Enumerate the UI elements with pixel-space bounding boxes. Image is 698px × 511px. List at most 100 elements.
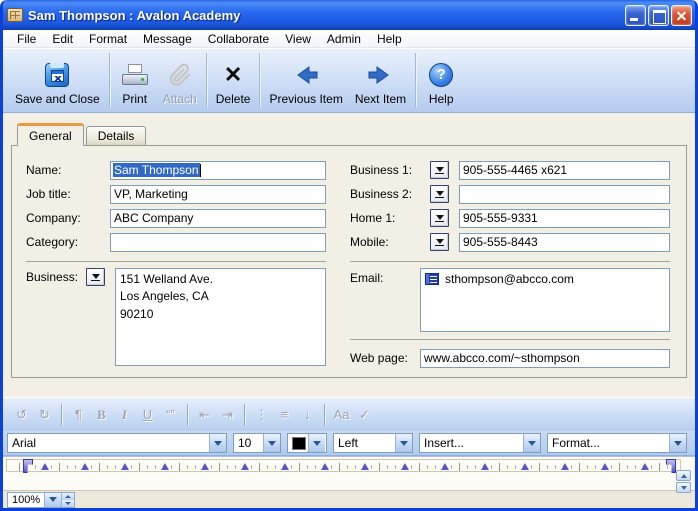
business2-label: Business 2: xyxy=(350,187,430,201)
business-address-dropdown-button[interactable] xyxy=(86,268,105,286)
tab-stop-marker[interactable] xyxy=(281,463,289,470)
tab-stop-marker[interactable] xyxy=(241,463,249,470)
chevron-down-icon[interactable] xyxy=(395,434,412,452)
font-size-select[interactable]: 10 xyxy=(233,433,281,453)
tab-stop-marker[interactable] xyxy=(321,463,329,470)
business2-row: Business 2: xyxy=(350,182,670,206)
tab-stop-marker[interactable] xyxy=(361,463,369,470)
print-icon xyxy=(120,62,150,89)
chevron-down-icon[interactable] xyxy=(209,434,226,452)
web-page-input[interactable] xyxy=(420,349,670,368)
tab-details[interactable]: Details xyxy=(86,126,147,145)
tab-stop-marker[interactable] xyxy=(561,463,569,470)
tab-general[interactable]: General xyxy=(17,123,84,146)
font-select[interactable]: Arial xyxy=(7,433,227,453)
underline-icon: U xyxy=(137,407,158,422)
menu-help[interactable]: Help xyxy=(369,31,410,47)
home1-row: Home 1: xyxy=(350,206,670,230)
business1-dropdown-button[interactable] xyxy=(430,161,449,179)
menu-message[interactable]: Message xyxy=(135,31,200,47)
ruler-track[interactable] xyxy=(6,459,681,472)
business2-input[interactable] xyxy=(459,185,670,204)
alignment-select[interactable]: Left xyxy=(333,433,413,453)
insert-select[interactable]: Insert... xyxy=(419,433,541,453)
spacer-strip xyxy=(3,474,695,490)
business-address-input[interactable]: 151 Welland Ave. Los Angeles, CA 90210 xyxy=(115,268,326,366)
menu-edit[interactable]: Edit xyxy=(44,31,81,47)
tab-stop-marker[interactable] xyxy=(161,463,169,470)
menu-admin[interactable]: Admin xyxy=(319,31,369,47)
business2-dropdown-button[interactable] xyxy=(430,185,449,203)
zoom-dropdown-button[interactable] xyxy=(44,493,61,507)
chevron-down-icon[interactable] xyxy=(308,434,325,452)
toolbar-separator xyxy=(109,53,110,107)
print-button[interactable]: Print xyxy=(113,52,157,108)
save-and-close-icon xyxy=(42,62,72,89)
name-input[interactable]: Sam Thompson xyxy=(110,161,326,180)
maximize-button[interactable] xyxy=(648,5,669,26)
zoom-value: 100% xyxy=(8,493,44,507)
zoom-up-button[interactable] xyxy=(62,493,74,500)
formatting-separator xyxy=(324,404,325,426)
save-and-close-button[interactable]: Save and Close xyxy=(9,52,106,108)
zoom-down-button[interactable] xyxy=(62,500,74,507)
left-divider xyxy=(26,261,326,262)
tab-stop-marker[interactable] xyxy=(81,463,89,470)
previous-item-icon xyxy=(293,61,319,89)
category-label: Category: xyxy=(26,235,110,249)
spin-down-button[interactable] xyxy=(676,482,691,493)
spin-up-button[interactable] xyxy=(676,470,691,481)
toolbar-separator xyxy=(259,53,260,107)
chevron-down-icon[interactable] xyxy=(523,434,540,452)
formatting-toolbar: ↺ ↻ ¶ B I U “” ⇤ ⇥ ⋮ ≡ ↓ Aa ✓ xyxy=(3,397,695,431)
minimize-button[interactable] xyxy=(625,5,646,26)
tab-stop-marker[interactable] xyxy=(201,463,209,470)
font-color-select[interactable] xyxy=(287,433,327,453)
tab-stop-marker[interactable] xyxy=(521,463,529,470)
tab-stop-marker[interactable] xyxy=(601,463,609,470)
close-button[interactable] xyxy=(671,5,692,26)
company-input[interactable] xyxy=(110,209,326,228)
tab-stop-marker[interactable] xyxy=(121,463,129,470)
mobile-input[interactable] xyxy=(459,233,670,252)
mobile-dropdown-button[interactable] xyxy=(430,233,449,251)
home1-input[interactable] xyxy=(459,209,670,228)
job-title-input[interactable] xyxy=(110,185,326,204)
email-entry-icon xyxy=(425,273,439,285)
chevron-down-icon[interactable] xyxy=(263,434,280,452)
decrease-indent-icon: ⇤ xyxy=(194,407,215,423)
menu-collaborate[interactable]: Collaborate xyxy=(200,31,277,47)
delete-button[interactable]: ✕ Delete xyxy=(210,52,257,108)
paragraph-mark-icon: ¶ xyxy=(68,407,89,422)
menu-file[interactable]: File xyxy=(9,31,44,47)
menu-view[interactable]: View xyxy=(277,31,319,47)
email-list[interactable]: sthompson@abcco.com xyxy=(420,268,670,332)
delete-icon: ✕ xyxy=(224,61,242,89)
tab-stop-marker[interactable] xyxy=(481,463,489,470)
tab-stop-marker[interactable] xyxy=(441,463,449,470)
zoom-spinner[interactable] xyxy=(61,493,74,507)
home1-dropdown-button[interactable] xyxy=(430,209,449,227)
format-select[interactable]: Format... xyxy=(547,433,687,453)
job-title-row: Job title: xyxy=(26,182,326,206)
business-address-row: Business: 151 Welland Ave. Los Angeles, … xyxy=(26,268,326,366)
business1-input[interactable] xyxy=(459,161,670,180)
menu-format[interactable]: Format xyxy=(81,31,135,47)
tab-stop-marker[interactable] xyxy=(401,463,409,470)
text-caret xyxy=(200,164,201,177)
content-area: General Details Name: Sam Thompson Job t… xyxy=(3,113,695,397)
email-label: Email: xyxy=(350,268,420,285)
mobile-label: Mobile: xyxy=(350,235,430,249)
quote-icon: “” xyxy=(160,407,181,422)
tab-stop-marker[interactable] xyxy=(641,463,649,470)
next-item-button[interactable]: Next Item xyxy=(349,52,412,108)
redo-icon: ↻ xyxy=(34,407,55,423)
tab-stop-marker[interactable] xyxy=(41,463,49,470)
previous-item-button[interactable]: Previous Item xyxy=(263,52,348,108)
next-item-icon xyxy=(367,61,393,89)
zoom-control[interactable]: 100% xyxy=(7,492,75,508)
vertical-spinner xyxy=(676,470,691,493)
category-input[interactable] xyxy=(110,233,326,252)
chevron-down-icon[interactable] xyxy=(669,434,686,452)
help-button[interactable]: ? Help xyxy=(419,52,463,108)
